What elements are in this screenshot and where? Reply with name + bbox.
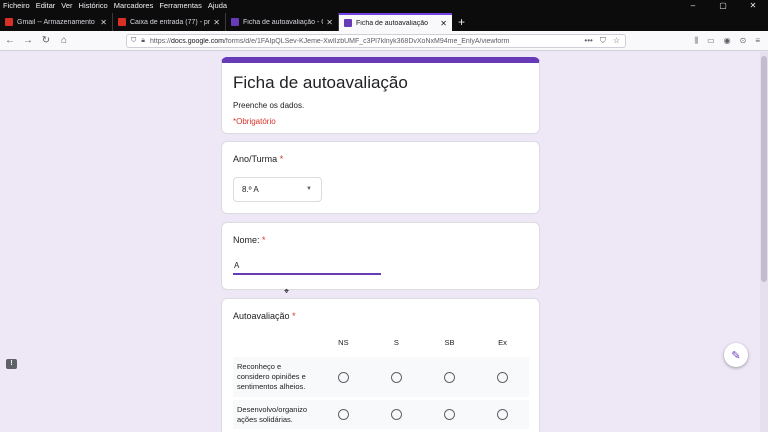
menu-historico[interactable]: Histórico [79, 0, 108, 12]
menu-editar[interactable]: Editar [36, 0, 56, 12]
tab-form-view[interactable]: Ficha de autoavaliação ✕ [339, 13, 452, 31]
form-page: Ficha de autoavaliação Preenche os dados… [0, 52, 768, 432]
tab-label: Caixa de entrada (77) - prof [130, 18, 211, 26]
question-title: Nome: * [233, 235, 266, 245]
back-button[interactable]: ← [2, 35, 18, 46]
tab-label: Ficha de autoavaliação [356, 19, 428, 27]
column-ex: Ex [498, 337, 507, 347]
new-tab-button[interactable]: + [458, 13, 465, 31]
nome-input[interactable]: A [233, 261, 381, 275]
reload-button[interactable]: ↻ [38, 35, 54, 46]
radio-button[interactable] [391, 371, 403, 383]
question-title: Ano/Turma * [233, 154, 284, 164]
tab-gmail[interactable]: Gmail -- Armazenamento e e ✕ [0, 13, 113, 31]
close-window-button[interactable]: ✕ [738, 0, 768, 12]
close-tab-icon[interactable]: ✕ [213, 18, 220, 27]
sidebar-icon[interactable]: ▭ [707, 36, 715, 46]
tab-bar: Gmail -- Armazenamento e e ✕ Caixa de en… [0, 12, 768, 31]
radio-button[interactable] [444, 409, 456, 420]
ano-turma-select[interactable]: 8.º A ▼ [233, 177, 322, 202]
radio-button[interactable] [338, 409, 350, 420]
library-icon[interactable]: ⫼ [694, 36, 698, 46]
edit-pencil-button[interactable]: ✎ [724, 343, 748, 367]
forms-icon [231, 18, 239, 26]
scrollbar-thumb[interactable] [761, 56, 767, 282]
scrollbar[interactable] [760, 52, 768, 432]
forward-button[interactable]: → [20, 35, 36, 46]
tab-form-edit[interactable]: Ficha de autoavaliação - Goog ✕ [226, 13, 339, 31]
menu-ferramentas[interactable]: Ferramentas [159, 0, 202, 12]
mouse-cursor-icon: ⌖ [284, 286, 290, 296]
radio-button[interactable] [391, 409, 403, 420]
question-card-nome: Nome: * A [221, 222, 540, 290]
radio-button[interactable] [497, 371, 509, 383]
radio-button[interactable] [444, 371, 456, 383]
row-label: Reconheço e considero opiniões e sentime… [237, 362, 306, 391]
bookmark-star-icon[interactable]: ☆ [613, 36, 620, 46]
navigation-bar: ← → ↻ ⌂ ⛉ 🔒︎ https://docs.google.com/for… [0, 31, 768, 51]
extension-icon[interactable]: ◉ [724, 36, 731, 46]
pencil-icon: ✎ [731, 349, 741, 362]
gmail-icon [5, 18, 13, 26]
menu-ver[interactable]: Ver [61, 0, 72, 12]
menu-bar: Ficheiro Editar Ver Histórico Marcadores… [0, 0, 227, 12]
radio-button[interactable] [497, 409, 509, 420]
choice-grid: NS S SB Ex Reconheço e considero opiniõe… [233, 327, 529, 432]
tab-label: Ficha de autoavaliação - Goog [243, 18, 323, 26]
feedback-icon[interactable]: ! [6, 359, 17, 369]
row-label: Desenvolvo/organizo ações solidárias. [237, 404, 308, 424]
dropdown-arrow-icon: ▼ [306, 186, 312, 192]
form-header-card: Ficha de autoavaliação Preenche os dados… [221, 57, 540, 134]
selected-value: 8.º A [242, 185, 259, 194]
grid-header: NS S SB Ex [233, 327, 529, 357]
gmail-icon [118, 18, 126, 26]
menu-icon[interactable]: ≡ [755, 36, 760, 46]
form-title: Ficha de autoavaliação [233, 73, 408, 92]
minimize-button[interactable]: – [678, 0, 708, 12]
home-button[interactable]: ⌂ [56, 35, 72, 46]
shield-icon[interactable]: ⛉ [131, 37, 136, 45]
question-card-autoavaliacao: Autoavaliação * NS S SB Ex Reconheço e c… [221, 298, 540, 432]
title-bar: Ficheiro Editar Ver Histórico Marcadores… [0, 0, 768, 12]
maximize-button[interactable]: ▢ [708, 0, 738, 12]
column-s: S [393, 337, 399, 347]
tab-inbox[interactable]: Caixa de entrada (77) - prof ✕ [113, 13, 226, 31]
menu-marcadores[interactable]: Marcadores [114, 0, 154, 12]
required-note: *Obrigatório [233, 117, 276, 126]
close-tab-icon[interactable]: ✕ [326, 18, 333, 27]
forms-icon [344, 19, 352, 27]
account-icon[interactable]: ⊙ [740, 36, 747, 46]
page-actions-icon[interactable]: ••• [584, 36, 592, 46]
question-card-ano-turma: Ano/Turma * 8.º A ▼ [221, 141, 540, 214]
lock-icon[interactable]: 🔒︎ [141, 37, 145, 45]
form-description: Preenche os dados. [233, 101, 305, 110]
pocket-icon[interactable]: ⛉ [600, 36, 606, 46]
url-bar[interactable]: ⛉ 🔒︎ https://docs.google.com/forms/d/e/1… [126, 34, 626, 48]
close-tab-icon[interactable]: ✕ [100, 18, 107, 27]
url-actions: ••• ⛉ ☆ [584, 36, 625, 46]
column-sb: SB [444, 337, 455, 347]
window-controls: – ▢ ✕ [678, 0, 768, 12]
grid-row: Reconheço e considero opiniões e sentime… [233, 357, 529, 397]
question-title: Autoavaliação * [233, 311, 296, 321]
menu-ajuda[interactable]: Ajuda [208, 0, 227, 12]
toolbar-right: ⫼ ▭ ◉ ⊙ ≡ [694, 36, 760, 46]
radio-button[interactable] [338, 371, 350, 383]
tab-label: Gmail -- Armazenamento e e [17, 18, 97, 26]
url-text[interactable]: https://docs.google.com/forms/d/e/1FAIpQ… [150, 38, 584, 45]
menu-ficheiro[interactable]: Ficheiro [3, 0, 30, 12]
column-ns: NS [338, 337, 349, 347]
grid-row: Desenvolvo/organizo ações solidárias. [233, 400, 529, 429]
close-tab-icon[interactable]: ✕ [440, 19, 447, 28]
